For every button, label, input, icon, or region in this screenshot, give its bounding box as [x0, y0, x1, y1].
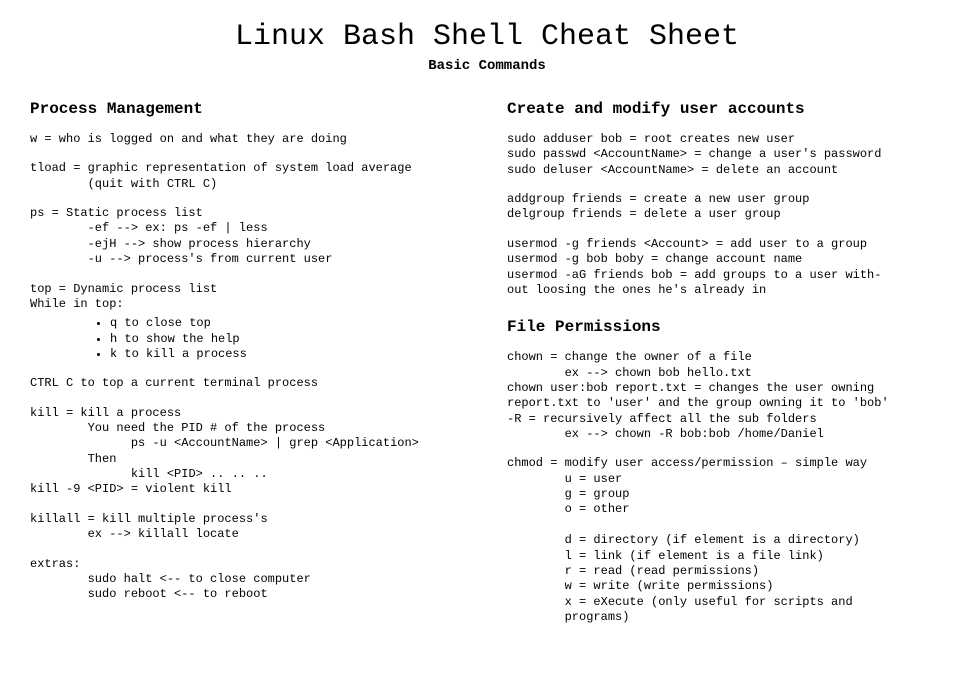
text-block: chmod = modify user access/permission – …	[507, 456, 944, 625]
list-item: k to kill a process	[110, 347, 467, 362]
text-block: CTRL C to top a current terminal process	[30, 376, 467, 391]
text-block: tload = graphic representation of system…	[30, 161, 467, 192]
text-block: addgroup friends = create a new user gro…	[507, 192, 944, 223]
content-columns: Process Management w = who is logged on …	[30, 100, 944, 639]
text-block: killall = kill multiple process's ex -->…	[30, 512, 467, 543]
list-item: q to close top	[110, 316, 467, 331]
right-column: Create and modify user accounts sudo add…	[507, 100, 944, 639]
text-block: extras: sudo halt <-- to close computer …	[30, 557, 467, 603]
text-block: w = who is logged on and what they are d…	[30, 132, 467, 147]
text-block: usermod -g friends <Account> = add user …	[507, 237, 944, 298]
section-heading-file-permissions: File Permissions	[507, 318, 944, 336]
page-title: Linux Bash Shell Cheat Sheet	[30, 20, 944, 54]
section-heading-user-accounts: Create and modify user accounts	[507, 100, 944, 118]
top-bullet-list: q to close top h to show the help k to k…	[30, 316, 467, 362]
text-block: ps = Static process list -ef --> ex: ps …	[30, 206, 467, 267]
text-block: top = Dynamic process list While in top:	[30, 282, 467, 313]
page-subtitle: Basic Commands	[30, 58, 944, 74]
text-block: chown = change the owner of a file ex --…	[507, 350, 944, 442]
list-item: h to show the help	[110, 332, 467, 347]
left-column: Process Management w = who is logged on …	[30, 100, 467, 639]
section-heading-process-management: Process Management	[30, 100, 467, 118]
text-block: kill = kill a process You need the PID #…	[30, 406, 467, 498]
text-block: sudo adduser bob = root creates new user…	[507, 132, 944, 178]
